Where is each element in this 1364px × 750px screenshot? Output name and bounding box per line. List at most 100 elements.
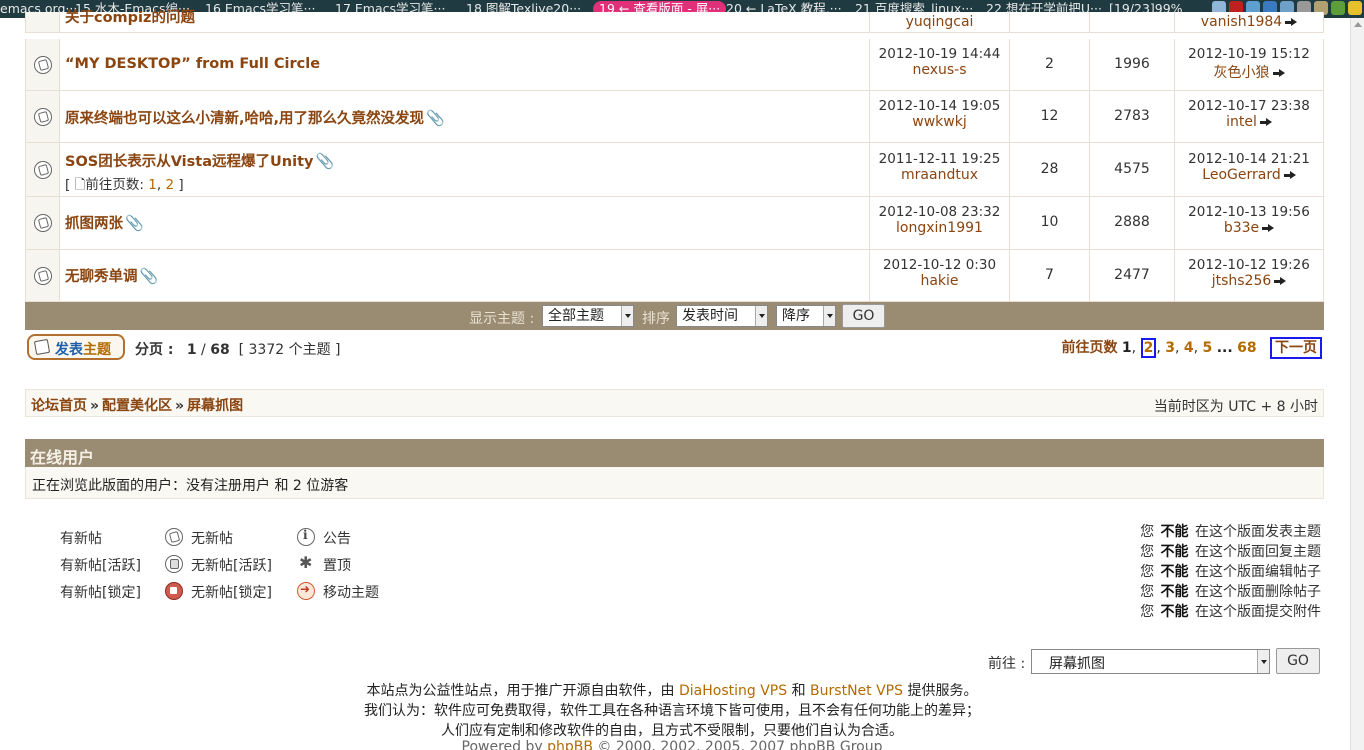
reply-count: 28 [1040,161,1059,177]
burstnet-link[interactable]: BurstNet VPS [810,683,903,699]
topic-pages: [ 🗋前往页数: 1, 2 ] [65,177,184,193]
last-poster[interactable]: intel [1226,114,1257,130]
view-count: 2477 [1114,267,1150,283]
topic-row[interactable]: “MY DESKTOP” from Full Circle 2012-10-19… [25,39,1324,91]
view-count: 4575 [1114,161,1150,177]
goto-last-post-icon[interactable] [1285,17,1298,27]
topic-post-time: 2012-10-14 19:05 [878,98,1001,114]
last-poster[interactable]: 灰色小狼 [1214,65,1270,81]
sticky-icon [297,553,315,573]
no-new-posts-hot-icon [165,555,183,573]
topic-author[interactable]: wwkwkj [870,114,1009,130]
topic-author[interactable]: nexus-s [870,62,1009,78]
announcement-icon [297,528,315,546]
sort-go-button[interactable]: GO [842,304,885,328]
sort-bar: 显示主题 : 全部主题 排序 发表时间 降序 GO [25,302,1324,330]
forum-permissions: 您 不能 在这个版面发表主题 您 不能 在这个版面回复主题 您 不能 在这个版面… [1140,522,1321,622]
last-post-time: 2012-10-14 21:21 [1188,151,1310,167]
topic-row[interactable]: 原来终端也可以这么小清新,哈哈,用了那么久竟然没发现 📎 2012-10-14 1… [25,91,1324,143]
show-topics-label: 显示主题 : [469,311,535,327]
dropdown-arrow-icon [755,306,767,326]
page-link-last[interactable]: 68 [1237,340,1256,356]
page-link-3[interactable]: 3 [1165,340,1175,356]
last-poster[interactable]: jtshs256 [1212,273,1272,289]
topic-row[interactable]: 抓图两张 📎 2012-10-08 23:32 longxin1991 10 288… [25,197,1324,250]
attachment-icon: 📎 [139,267,159,285]
topic-post-time: 2012-10-12 0:30 [882,257,997,273]
reply-count: 2 [1045,56,1054,72]
topic-author[interactable]: mraandtux [870,167,1009,183]
battery-icon[interactable] [1331,1,1345,15]
sort-order-select[interactable]: 降序 [776,305,836,327]
permission-line: 您 不能 在这个版面删除帖子 [1140,584,1321,600]
goto-last-post-icon[interactable] [1283,170,1296,180]
breadcrumb-home[interactable]: 论坛首页 [31,398,87,414]
topic-title[interactable]: 原来终端也可以这么小清新,哈哈,用了那么久竟然没发现 [65,111,424,127]
permission-line: 您 不能 在这个版面提交附件 [1140,604,1321,620]
legend-label: 无新帖[锁定] [191,585,272,601]
diahosting-link[interactable]: DiaHosting VPS [679,683,787,699]
topic-row[interactable]: 无聊秀单调 📎 2012-10-12 0:30 hakie 7 2477 2012-… [25,250,1324,302]
dropdown-arrow-icon [1257,650,1269,673]
jump-to-label: 前往 : [988,656,1026,672]
topic-row[interactable]: SOS团长表示从Vista远程爆了Unity 📎 [ 🗋前往页数: 1, 2 ] … [25,143,1324,197]
footer-line: 我们认为：软件应可免费取得，软件工具在各种语言环境下皆可使用，且不会有任何功能上… [364,703,980,719]
legend-label: 移动主题 [323,585,379,601]
reply-count: 12 [1040,108,1059,124]
jump-go-button[interactable]: GO [1276,648,1320,674]
page-link-4[interactable]: 4 [1184,340,1194,356]
topic-title[interactable]: 无聊秀单调 [65,269,138,285]
attachment-icon: 📎 [315,152,335,170]
smiley-icon[interactable] [1348,1,1362,15]
topic-title[interactable]: “MY DESKTOP” from Full Circle [65,56,320,72]
moved-topic-icon [297,582,315,600]
breadcrumb-forum[interactable]: 屏幕抓图 [187,398,243,414]
next-page-link[interactable]: 下一页 [1270,337,1322,359]
goto-last-post-icon[interactable] [1262,223,1275,233]
topic-author[interactable]: yuqingcai [870,12,1009,30]
topic-post-time: 2011-12-11 19:25 [878,151,1001,167]
footer-powered-by: Powered by phpBB © 2000, 2002, 2005, 200… [0,739,1344,750]
page-link-2[interactable]: 2 [1140,338,1157,358]
goto-last-post-icon[interactable] [1259,117,1272,127]
show-topics-select[interactable]: 全部主题 [542,305,634,327]
page-icon: 🗋 [74,177,86,193]
sort-by-select[interactable]: 发表时间 [676,305,768,327]
topic-page-link[interactable]: 1 [148,177,157,193]
page-scrollbar[interactable] [1350,18,1364,750]
jump-to-select[interactable]: 屏幕抓图 [1031,649,1270,674]
topic-title[interactable]: 抓图两张 [65,216,123,232]
attachment-icon: 📎 [125,214,144,232]
no-new-posts-locked-icon [165,582,183,600]
legend-label: 有新帖[活跃] [60,558,141,574]
breadcrumb-category[interactable]: 配置美化区 [102,398,172,414]
view-count: 2783 [1114,108,1150,124]
topic-read-icon [34,56,52,74]
goto-last-post-icon[interactable] [1274,276,1287,286]
view-count: 2888 [1114,214,1150,230]
last-poster[interactable]: vanish1984 [1201,14,1282,30]
last-poster[interactable]: b33e [1224,220,1259,236]
last-post-time: 2012-10-12 19:26 [1188,257,1310,273]
page-link-5[interactable]: 5 [1203,340,1213,356]
current-page: 1 [1121,340,1132,356]
topic-title[interactable]: SOS团长表示从Vista远程爆了Unity [65,154,313,170]
phpbb-link[interactable]: phpBB [547,739,593,750]
scroll-up-icon[interactable] [1354,22,1362,27]
goto-last-post-icon[interactable] [1272,68,1285,78]
timezone-info: 当前时区为 UTC + 8 小时 [1153,399,1318,415]
online-users-text: 正在浏览此版面的用户：没有注册用户 和 2 位游客 [25,467,1324,499]
reply-count: 10 [1040,214,1059,230]
topic-read-icon [34,214,52,232]
new-topic-button[interactable]: 发表主题 [27,334,125,360]
topic-row[interactable]: 关于compiz的问题 yuqingcai vanish1984 [25,10,1324,33]
pagination-nav: 前往页数 1, 2, 3, 4, 5 ... 68 下一页 [1061,337,1322,359]
topic-author[interactable]: hakie [870,273,1009,289]
topic-read-icon [34,161,52,179]
last-poster[interactable]: LeoGerrard [1202,167,1280,183]
no-new-posts-icon [165,528,183,546]
dropdown-arrow-icon [823,306,835,326]
topic-page-link[interactable]: 2 [165,177,174,193]
topic-author[interactable]: longxin1991 [870,220,1009,236]
topic-title[interactable]: 关于compiz的问题 [65,6,195,27]
